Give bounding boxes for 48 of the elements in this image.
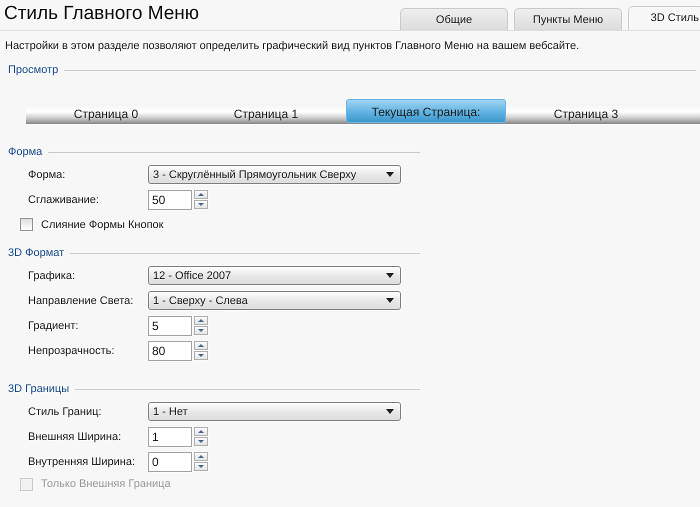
description-text: Настройки в этом разделе позволяют определить графический вид пунктов Главного Меню на вашем вебсайте. — [4, 39, 580, 54]
field-label: Градиент: — [28, 320, 80, 332]
spin-up-button[interactable] — [194, 316, 208, 325]
field-label: Сглаживание: — [28, 194, 100, 206]
spin-up-button[interactable] — [194, 190, 208, 199]
spin-down-button[interactable] — [194, 351, 208, 360]
tab[interactable]: Пункты Меню — [514, 8, 622, 30]
dropdown[interactable]: 1 - Сверху - Слева — [148, 291, 401, 310]
checkbox-label: Слияние Формы Кнопок — [41, 218, 164, 230]
menu-item[interactable]: Страница 1 — [186, 104, 346, 124]
section-heading: Форма — [8, 146, 42, 158]
spin-down-button[interactable] — [194, 437, 208, 446]
number-field[interactable]: 5 — [148, 316, 192, 336]
caret-icon — [386, 172, 394, 177]
caret-icon — [386, 298, 394, 303]
section-heading: 3D Формат — [8, 247, 64, 259]
menu-item[interactable]: Страница 3 — [506, 104, 666, 124]
section-heading: Просмотр — [8, 64, 58, 76]
page-title: Стиль Главного Меню — [3, 3, 200, 26]
spin-up-button[interactable] — [194, 427, 208, 436]
field-label: Форма: — [28, 168, 66, 180]
field-label: Непрозрачность: — [28, 344, 116, 356]
spin-down-button[interactable] — [194, 326, 208, 335]
menu-item[interactable]: Текущая Страница: — [346, 99, 506, 123]
checkbox[interactable] — [20, 218, 33, 231]
field-label: Направление Света: — [28, 294, 134, 306]
number-field[interactable]: 80 — [148, 340, 192, 360]
field-label: Стиль Границ: — [28, 406, 102, 418]
caret-icon — [386, 409, 394, 414]
field-label: Внешняя Ширина: — [28, 430, 122, 442]
field-label: Графика: — [28, 270, 76, 282]
number-field[interactable]: 1 — [148, 426, 192, 446]
dropdown[interactable]: 3 - Скруглённый Прямоугольник Сверху — [148, 165, 401, 184]
spin-down-button[interactable] — [194, 200, 208, 209]
dropdown[interactable]: 12 - Office 2007 — [148, 266, 401, 285]
tab[interactable]: Общие — [400, 8, 508, 30]
section-heading: 3D Границы — [8, 383, 70, 395]
spin-up-button[interactable] — [194, 452, 208, 461]
menu-item[interactable]: Страница 0 — [26, 104, 186, 124]
tab[interactable]: 3D Стиль — [628, 6, 700, 30]
number-field[interactable]: 0 — [148, 452, 192, 472]
field-label: Внутренняя Ширина: — [28, 456, 136, 468]
number-field[interactable]: 50 — [148, 190, 192, 210]
spin-down-button[interactable] — [194, 462, 208, 471]
checkbox-label: Только Внешняя Граница — [41, 478, 171, 490]
caret-icon — [386, 273, 394, 278]
spin-up-button[interactable] — [194, 341, 208, 350]
dropdown[interactable]: 1 - Нет — [148, 402, 401, 421]
